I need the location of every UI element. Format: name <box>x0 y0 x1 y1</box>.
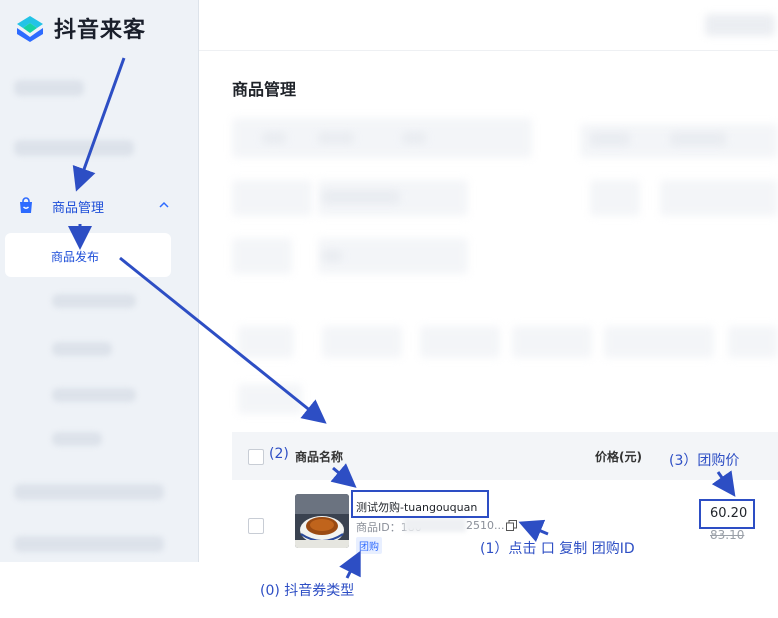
blurred-filter-label <box>232 180 312 216</box>
product-id-redacted <box>404 518 466 532</box>
blurred-nav-item[interactable] <box>52 342 112 356</box>
annotation-label-2: (2) <box>269 446 289 462</box>
blurred-nav-item[interactable] <box>52 294 136 308</box>
app-window: 抖音来客 商品管理 商品发布 商品管理 商品名称 价格(元) 测试勿购-tuan… <box>0 0 778 562</box>
tea-cup-image <box>295 494 349 548</box>
highlight-box-product-name <box>351 490 489 518</box>
blurred-filter-label <box>670 132 726 146</box>
copy-icon[interactable] <box>506 520 517 531</box>
blurred-user-menu[interactable] <box>705 14 775 36</box>
blurred-tab[interactable] <box>238 326 294 358</box>
blurred-tab[interactable] <box>238 384 302 414</box>
blurred-filter-label <box>402 132 426 144</box>
original-price: 83.10 <box>710 528 745 542</box>
shopping-bag-icon <box>20 197 32 213</box>
sidebar: 抖音来客 商品管理 商品发布 <box>0 0 199 562</box>
blurred-tab[interactable] <box>420 326 500 358</box>
select-all-checkbox[interactable] <box>248 449 264 465</box>
product-id-suffix: 2510... <box>466 519 505 532</box>
brand-logo[interactable]: 抖音来客 <box>12 10 146 46</box>
row-checkbox[interactable] <box>248 518 264 534</box>
page-title: 商品管理 <box>232 80 297 99</box>
annotation-label-0: (0) 抖音券类型 <box>260 583 355 599</box>
product-thumbnail[interactable] <box>295 494 349 548</box>
top-bar <box>199 0 778 51</box>
blurred-filter-value <box>322 190 400 204</box>
annotation-label-3: (3）团购价 <box>669 453 740 469</box>
blurred-nav-item[interactable] <box>52 388 136 402</box>
sidebar-group-product-management[interactable]: 商品管理 <box>0 186 198 226</box>
blurred-nav-item[interactable] <box>14 80 84 96</box>
blurred-nav-item[interactable] <box>14 140 134 156</box>
blurred-tab[interactable] <box>512 326 592 358</box>
annotation-area <box>0 562 778 618</box>
chevron-up-icon[interactable] <box>158 199 170 211</box>
blurred-tab[interactable] <box>604 326 714 358</box>
annotation-label-1: (1）点击 口 复制 团购ID <box>480 541 635 557</box>
brand-name: 抖音来客 <box>54 18 147 43</box>
blurred-filter-label <box>590 132 630 146</box>
blurred-filter-field[interactable] <box>660 180 778 216</box>
blurred-nav-item[interactable] <box>52 432 102 446</box>
douyin-laike-logo-icon <box>17 16 43 42</box>
column-header-price: 价格(元) <box>595 450 642 464</box>
blurred-filter-label <box>318 132 354 144</box>
column-header-name: 商品名称 <box>295 450 344 464</box>
blurred-tab[interactable] <box>322 326 402 358</box>
blurred-filter-label <box>590 180 640 216</box>
blurred-tab[interactable] <box>728 326 778 358</box>
sidebar-item-product-publish[interactable]: 商品发布 <box>5 233 171 277</box>
product-type-tag: 团购 <box>356 537 382 554</box>
sidebar-group-label: 商品管理 <box>52 201 105 216</box>
blurred-nav-item[interactable] <box>14 536 164 552</box>
blurred-filter-label <box>232 238 292 274</box>
blurred-filter-label <box>262 132 286 144</box>
blurred-filter-value <box>322 250 342 262</box>
highlight-box-price <box>699 499 755 529</box>
sidebar-item-label: 商品发布 <box>51 250 100 264</box>
blurred-nav-item[interactable] <box>14 484 164 500</box>
